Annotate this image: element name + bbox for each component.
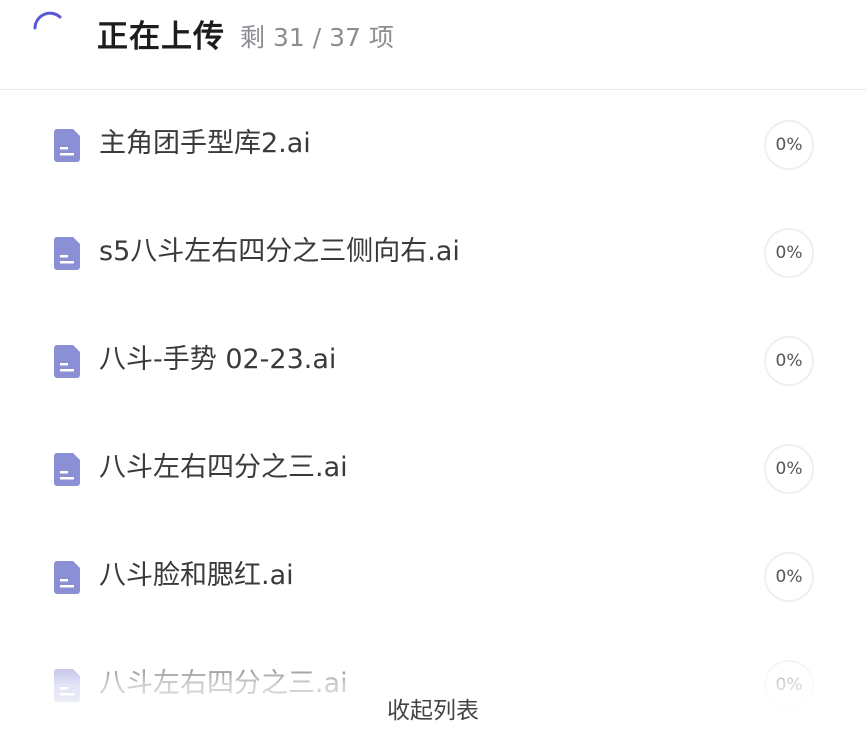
upload-item[interactable]: 主角团手型库2.ai 0%	[0, 91, 866, 199]
upload-header: 正在上传 剩 31 / 37 项	[0, 0, 866, 90]
document-icon	[54, 561, 80, 594]
progress-indicator: 0%	[764, 336, 814, 386]
progress-indicator: 0%	[764, 444, 814, 494]
progress-indicator: 0%	[764, 120, 814, 170]
document-icon	[54, 453, 80, 486]
file-name: 八斗-手势 02-23.ai	[99, 344, 337, 375]
upload-item[interactable]: s5八斗左右四分之三侧向右.ai 0%	[0, 199, 866, 307]
progress-indicator: 0%	[764, 552, 814, 602]
file-name: 主角团手型库2.ai	[99, 128, 311, 159]
page-title: 正在上传	[97, 19, 225, 55]
remaining-count: 剩 31 / 37 项	[240, 23, 394, 52]
document-icon	[54, 237, 80, 270]
document-icon	[54, 345, 80, 378]
document-icon	[54, 129, 80, 162]
upload-item[interactable]: 八斗脸和腮红.ai 0%	[0, 523, 866, 631]
file-name: s5八斗左右四分之三侧向右.ai	[99, 236, 460, 267]
upload-item[interactable]: 八斗-手势 02-23.ai 0%	[0, 307, 866, 415]
file-name: 八斗脸和腮红.ai	[99, 560, 294, 591]
file-name: 八斗左右四分之三.ai	[99, 452, 348, 483]
progress-indicator: 0%	[764, 228, 814, 278]
loading-spinner-icon	[33, 11, 62, 30]
upload-item[interactable]: 八斗左右四分之三.ai 0%	[0, 415, 866, 523]
collapse-list-button[interactable]: 收起列表	[0, 693, 866, 729]
